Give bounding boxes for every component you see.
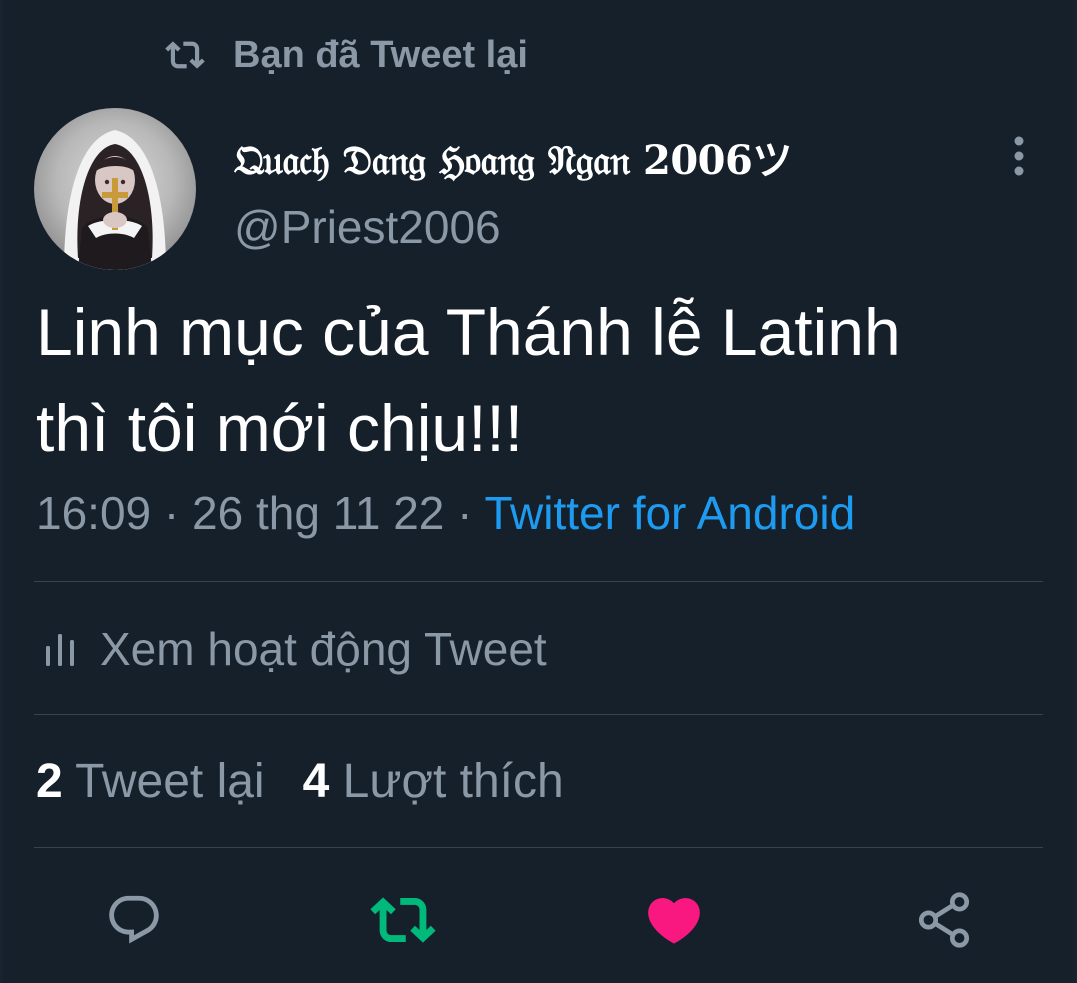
tweet-text-line-1: Linh mục của Thánh lễ Latinh (36, 295, 901, 369)
tweet-detail-screen: Bạn đã Tweet lại 𝔔𝔲𝔞𝔠𝔥 𝔇𝔞𝔫𝔤 ℌ𝔬𝔞𝔫𝔤 𝔑𝔤𝔞𝔫 2… (0, 0, 1077, 983)
avatar[interactable] (34, 108, 196, 270)
share-button[interactable] (912, 890, 976, 954)
likes-count: 4 (302, 755, 330, 808)
heart-icon (643, 889, 705, 956)
view-tweet-activity-label: Xem hoạt động Tweet (100, 623, 547, 675)
divider (34, 847, 1043, 848)
more-options-icon[interactable] (1004, 134, 1034, 178)
likes-label: Lượt thích (342, 755, 564, 808)
tweet-source-link[interactable]: Twitter for Android (484, 487, 855, 539)
retweet-icon (370, 887, 436, 958)
tweet-text: Linh mục của Thánh lễ Latinh thì tôi mới… (36, 284, 1046, 476)
view-tweet-activity[interactable]: Xem hoạt động Tweet (44, 622, 547, 676)
reply-button[interactable] (102, 890, 166, 954)
author-display-name[interactable]: 𝔔𝔲𝔞𝔠𝔥 𝔇𝔞𝔫𝔤 ℌ𝔬𝔞𝔫𝔤 𝔑𝔤𝔞𝔫 2006ツ (234, 128, 792, 186)
retweets-stat[interactable]: 2 Tweet lại (36, 755, 265, 808)
like-button[interactable] (642, 890, 706, 954)
meta-separator: · (151, 487, 193, 539)
divider (34, 581, 1043, 582)
retweets-count: 2 (36, 755, 63, 808)
tweet-stats: 2 Tweet lại 4 Lượt thích (36, 754, 564, 809)
divider (34, 714, 1043, 715)
tweet-date[interactable]: 26 thg 11 22 (192, 487, 444, 539)
author-handle[interactable]: @Priest2006 (234, 200, 501, 254)
share-icon (913, 889, 975, 956)
reply-bubble-icon (105, 891, 163, 954)
retweet-context[interactable]: Bạn đã Tweet lại (165, 30, 528, 80)
retweet-icon (165, 35, 205, 75)
retweet-button[interactable] (370, 890, 436, 954)
retweets-label: Tweet lại (75, 755, 265, 808)
tweet-time[interactable]: 16:09 (36, 487, 151, 539)
analytics-bars-icon (44, 632, 76, 666)
tweet-meta: 16:09 · 26 thg 11 22 · Twitter for Andro… (36, 486, 855, 540)
tweet-text-line-2: thì tôi mới chịu!!! (36, 391, 524, 465)
likes-stat[interactable]: 4 Lượt thích (303, 755, 564, 808)
retweet-context-label: Bạn đã Tweet lại (233, 33, 528, 76)
meta-separator: · (444, 487, 485, 539)
